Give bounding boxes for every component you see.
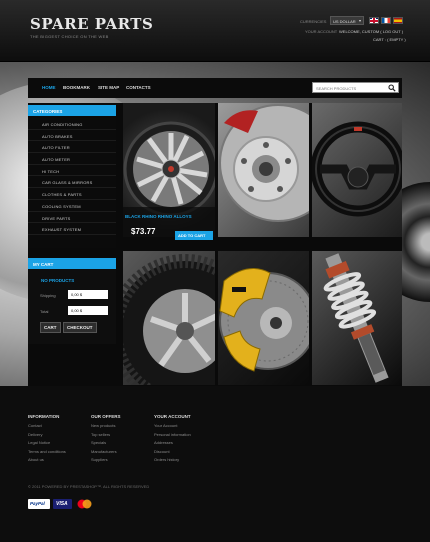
footer-link[interactable]: Suppliers [91,457,117,466]
brake-hub-image [219,104,309,222]
total-label: Total [40,309,49,314]
footer-column-account: Your Account Personal information Addres… [154,423,191,466]
footer-link[interactable]: Discount [154,449,191,458]
category-item[interactable]: AUTO BRAKES [28,130,116,142]
visa-label: VISA [56,501,68,507]
flag-uk-icon[interactable] [369,17,379,24]
category-item[interactable]: CAR GLASS & MIRRORS [28,176,116,189]
shipping-label: Shipping [40,293,56,298]
tire-image [123,254,215,385]
brake-caliper-image [219,268,309,372]
nav-bookmark[interactable]: BOOKMARK [63,85,90,90]
categories-title: CATEGORIES [28,105,116,116]
site-footer: INFORMATION Contact Delivery Legal Notic… [0,386,430,542]
currency-select[interactable]: US DOLLAR ▾ [330,16,364,25]
categories-list: AIR CONDITIONING AUTO BRAKES AUTO FILTER… [28,118,116,248]
currencies-label: CURRENCIES [300,19,327,24]
footer-link[interactable]: Delivery [28,432,66,441]
header-cart-link[interactable]: CART : ( EMPTY ) [373,37,406,42]
footer-link[interactable]: About us [28,457,66,466]
footer-link[interactable]: Contact [28,423,66,432]
main-nav: HOME BOOKMARK SITE MAP CONTACTS SEARCH P… [28,78,402,98]
search-placeholder: SEARCH PRODUCTS [316,86,357,91]
footer-link[interactable]: Legal Notice [28,440,66,449]
currency-selected: US DOLLAR [333,19,356,24]
category-item[interactable]: AIR CONDITIONING [28,118,116,130]
category-item[interactable]: HI TECH [28,165,116,177]
category-item[interactable]: AUTO FILTER [28,141,116,154]
total-value: 0,00 $ [68,306,108,315]
checkout-button[interactable]: CHECKOUT [63,322,97,333]
add-to-cart-button[interactable]: ADD TO CART [175,231,213,240]
footer-link[interactable]: Your Account [154,423,191,432]
footer-link[interactable]: Orders history [154,457,191,466]
copyright-text: © 2011 POWERED BY PRESTASHOP™. ALL RIGHT… [28,484,150,489]
search-icon[interactable] [388,84,396,92]
category-item[interactable]: AUTO METER [28,153,116,165]
footer-link[interactable]: Terms and conditions [28,449,66,458]
footer-column-information: Contact Delivery Legal Notice Terms and … [28,423,66,466]
nav-site-map[interactable]: SITE MAP [98,85,119,90]
cart-count: NO PRODUCTS [41,278,75,283]
visa-icon: VISA [53,499,72,509]
search-input[interactable]: SEARCH PRODUCTS [312,82,399,93]
flag-fr-icon[interactable] [381,17,391,24]
site-logo[interactable]: SPARE PARTS [30,15,153,33]
footer-link[interactable]: Personal information [154,432,191,441]
paypal-label: PayPal [30,501,45,506]
cart-block: NO PRODUCTS Shipping 0,00 $ Total 0,00 $… [28,269,116,344]
site-header: SPARE PARTS THE BIGGEST CHOICE ON THE WE… [0,0,430,62]
footer-heading-account: YOUR ACCOUNT [154,414,191,419]
product-tile-brake-caliper[interactable] [218,251,309,385]
nav-home[interactable]: HOME [42,85,56,90]
footer-column-offers: New products Top sellers Specials Manufa… [91,423,117,466]
featured-product-name[interactable]: BLACK RHINO RHINO ALLOYS [125,214,192,219]
account-label: YOUR ACCOUNT [305,29,338,34]
site-tagline: THE BIGGEST CHOICE ON THE WEB [30,34,109,39]
steering-wheel-image [312,121,402,217]
product-tile-coilover[interactable] [312,251,402,385]
category-item[interactable]: DRIVE PARTS [28,212,116,224]
product-tile-brake-hub[interactable] [218,103,309,237]
footer-link[interactable]: Specials [91,440,117,449]
featured-product-price: $73.77 [131,227,156,236]
footer-link[interactable]: Manufacturers [91,449,117,458]
flag-es-icon[interactable] [393,17,403,24]
product-tile-steering-wheel[interactable] [312,103,402,237]
coilover-image [323,253,389,383]
footer-heading-offers: OUR OFFERS [91,414,121,419]
paypal-icon: PayPal [28,499,50,509]
product-tile-tire[interactable] [123,251,215,385]
my-cart-title[interactable]: MY CART [28,258,116,269]
cart-button[interactable]: CART [40,322,61,333]
mastercard-icon [77,499,92,509]
category-item[interactable]: EXHAUST SYSTEM [28,223,116,235]
category-item[interactable]: COOLING SYSTEM [28,200,116,212]
chevron-down-icon: ▾ [358,18,361,23]
welcome-text[interactable]: WELCOME, CUSTOM ( LOG OUT ) [339,29,403,34]
footer-heading-information: INFORMATION [28,414,60,419]
main-content: CATEGORIES AIR CONDITIONING AUTO BRAKES … [28,103,402,386]
category-item[interactable]: CLOTHES & PARTS [28,188,116,200]
footer-link[interactable]: Top sellers [91,432,117,441]
footer-link[interactable]: New products [91,423,117,432]
nav-contacts[interactable]: CONTACTS [126,85,151,90]
footer-link[interactable]: Addresses [154,440,191,449]
shipping-value: 0,00 $ [68,290,108,299]
